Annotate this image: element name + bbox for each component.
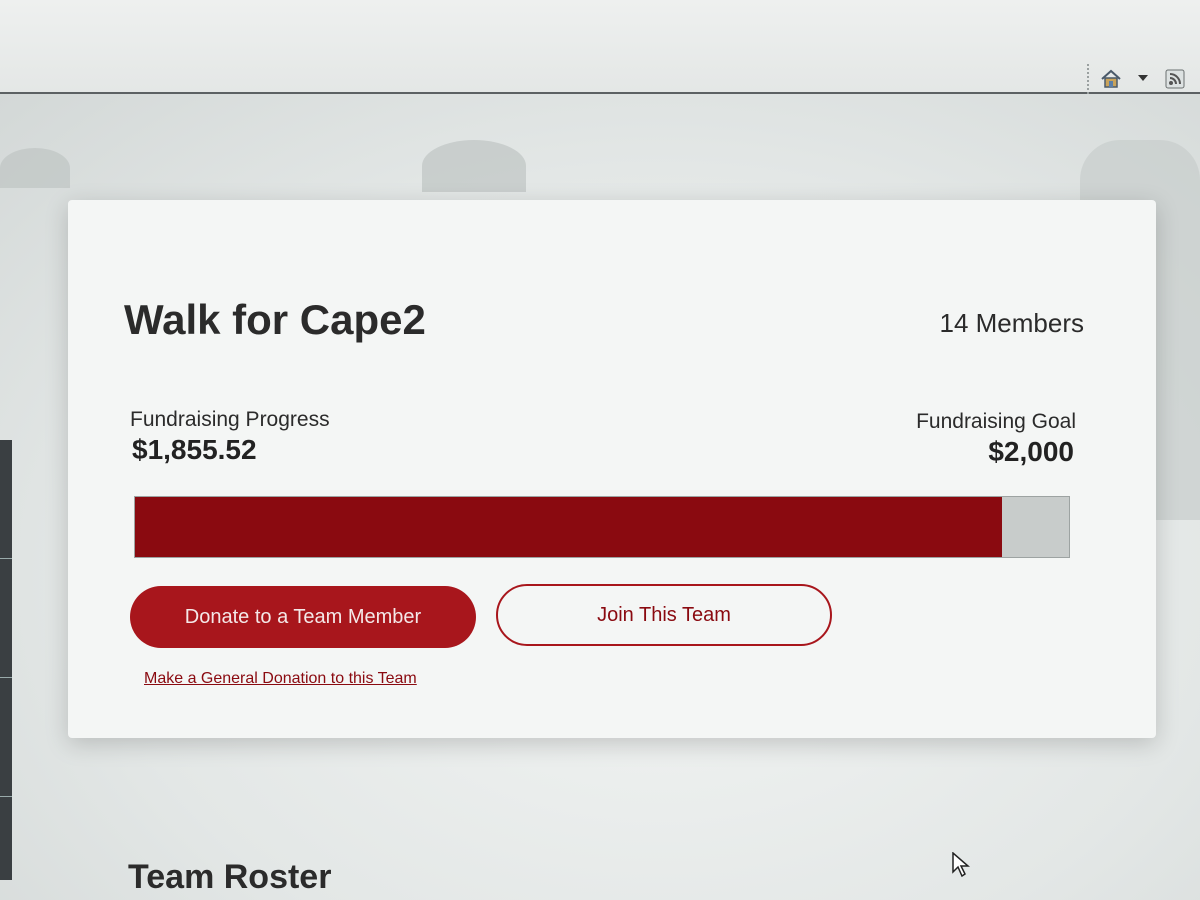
member-count: 14 Members (939, 308, 1085, 338)
donate-to-team-member-button[interactable]: Donate to a Team Member (130, 586, 476, 648)
fundraising-progress-amount: $1,855.52 (132, 434, 257, 465)
fundraising-goal-amount: $2,000 (988, 436, 1074, 467)
progress-bar-fill (135, 497, 1002, 557)
toolbar-separator (1087, 64, 1090, 94)
home-icon[interactable] (1100, 68, 1122, 90)
left-sidebar-strip (0, 440, 12, 880)
fundraising-progress-label: Fundraising Progress (130, 408, 330, 431)
join-team-button[interactable]: Join This Team (496, 584, 832, 646)
fundraising-progress-bar (134, 496, 1070, 558)
background-photo-shape (422, 140, 526, 192)
team-roster-heading: Team Roster (128, 858, 332, 896)
dropdown-arrow-icon[interactable] (1132, 68, 1154, 90)
team-card: Walk for Cape2 14 Members Fundraising Pr… (68, 200, 1156, 738)
rss-feed-icon[interactable] (1164, 68, 1186, 90)
fundraising-goal-label: Fundraising Goal (916, 410, 1076, 433)
background-photo-shape (0, 148, 70, 188)
team-name: Walk for Cape2 (124, 296, 426, 343)
general-donation-link[interactable]: Make a General Donation to this Team (144, 670, 417, 688)
toolbar-icons (1087, 64, 1186, 94)
mouse-cursor-icon (952, 851, 971, 883)
browser-toolbar (0, 0, 1200, 94)
